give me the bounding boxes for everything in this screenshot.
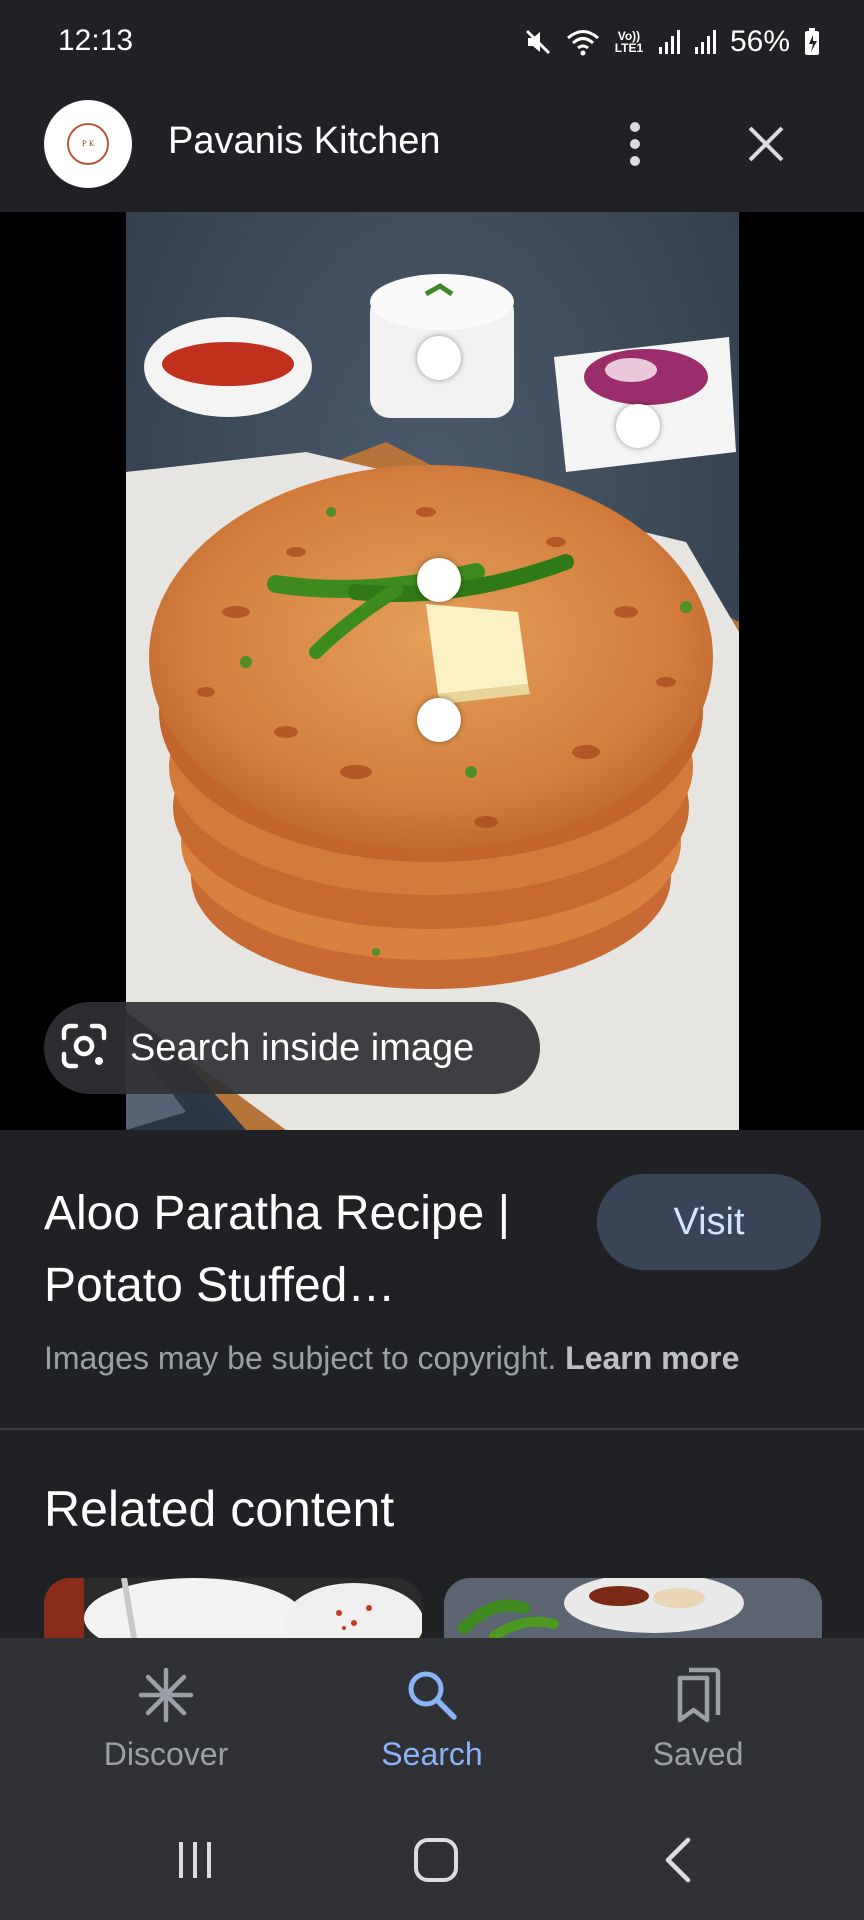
bookmarks-icon <box>669 1666 727 1724</box>
signal-icon <box>658 29 680 55</box>
learn-more-link[interactable]: Learn more <box>565 1340 739 1376</box>
lens-icon <box>58 1020 110 1077</box>
status-time: 12:13 <box>58 24 134 57</box>
battery-charging-icon <box>804 28 820 56</box>
copyright-text: Images may be subject to copyright. <box>44 1340 557 1376</box>
back-icon[interactable] <box>648 1830 708 1890</box>
battery-percent: 56% <box>729 25 790 58</box>
search-icon <box>403 1666 461 1724</box>
hotspot-paratha[interactable] <box>417 698 461 742</box>
wifi-icon <box>566 28 600 56</box>
home-icon[interactable] <box>406 1830 466 1890</box>
visit-button[interactable]: Visit <box>597 1174 821 1270</box>
status-bar: 12:13 Vo)) LTE1 56% <box>0 0 864 72</box>
nav-search-label: Search <box>381 1736 483 1772</box>
result-title[interactable]: Aloo Paratha Recipe | Potato Stuffed… <box>44 1178 564 1322</box>
app-bar: P K Pavanis Kitchen <box>0 72 864 212</box>
asterisk-icon <box>137 1666 195 1724</box>
nav-search[interactable]: Search <box>332 1666 532 1773</box>
related-content-title: Related content <box>44 1481 395 1537</box>
site-logo: P K <box>67 123 109 165</box>
nav-saved[interactable]: Saved <box>598 1666 798 1773</box>
nav-discover[interactable]: Discover <box>66 1666 266 1773</box>
copyright-notice: Images may be subject to copyright. Lear… <box>44 1340 739 1377</box>
hotspot-chilli[interactable] <box>417 558 461 602</box>
divider <box>0 1428 864 1430</box>
result-info: Aloo Paratha Recipe | Potato Stuffed… Vi… <box>0 1130 864 1430</box>
nav-saved-label: Saved <box>652 1736 744 1772</box>
search-inside-image-label: Search inside image <box>130 1026 475 1069</box>
related-thumbnail[interactable] <box>44 1578 422 1638</box>
status-icons: Vo)) LTE1 56% <box>524 22 820 62</box>
system-navigation-bar <box>0 1798 864 1920</box>
recents-icon[interactable] <box>165 1830 225 1890</box>
close-icon[interactable] <box>740 118 792 170</box>
bottom-navigation: Discover Search Saved <box>0 1638 864 1798</box>
site-name[interactable]: Pavanis Kitchen <box>168 120 441 163</box>
nav-discover-label: Discover <box>103 1736 229 1772</box>
signal-icon <box>694 29 716 55</box>
image-viewer[interactable]: Search inside image <box>0 212 864 1130</box>
more-vert-icon[interactable] <box>615 118 655 170</box>
search-inside-image-button[interactable]: Search inside image <box>44 1002 540 1094</box>
volte-icon: Vo)) LTE1 <box>614 29 644 55</box>
hotspot-onion[interactable] <box>616 404 660 448</box>
site-avatar[interactable]: P K <box>44 100 132 188</box>
related-thumbnail[interactable] <box>444 1578 822 1638</box>
mute-icon <box>524 28 552 56</box>
hotspot-curd[interactable] <box>417 336 461 380</box>
